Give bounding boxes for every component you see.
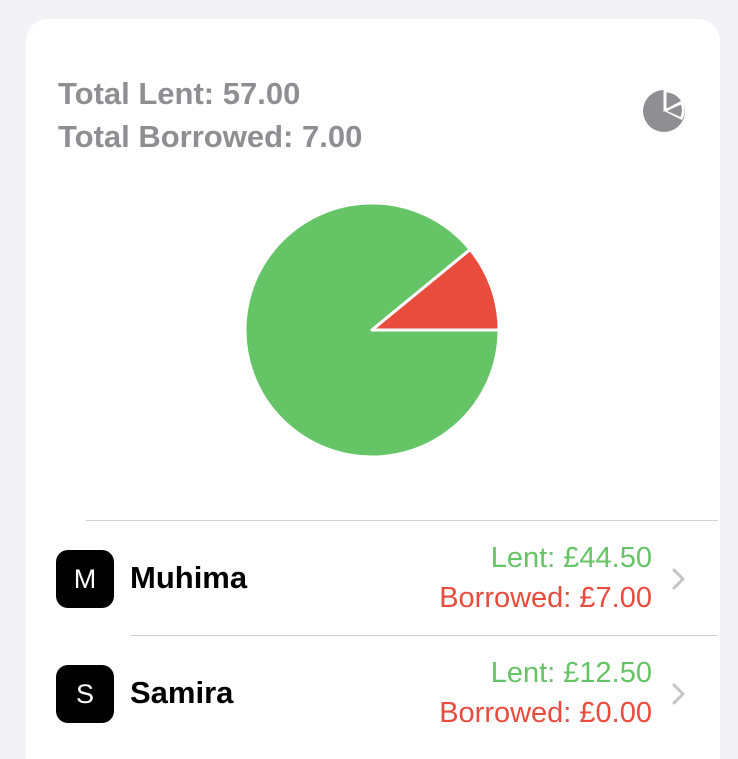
avatar: S [56,665,114,723]
person-name: Muhima [130,560,248,595]
lent-amount: Lent: £44.50 [490,542,652,574]
total-borrowed-label: Total Borrowed: 7.00 [58,119,363,154]
totals-summary: Total Lent: 57.00 Total Borrowed: 7.00 [58,72,362,158]
person-amounts: Lent: £12.50 Borrowed: £0.00 [439,653,652,733]
separator [130,635,718,636]
person-row-muhima[interactable]: M Muhima Lent: £44.50 Borrowed: £7.00 [26,522,720,636]
separator [86,520,718,521]
chevron-right-icon [672,568,685,590]
chevron-right-icon [672,683,685,705]
pie-chart-icon[interactable] [642,89,686,133]
lent-borrowed-pie-chart [243,201,501,459]
borrowed-amount: Borrowed: £7.00 [439,582,652,614]
person-name: Samira [130,675,234,710]
person-row-samira[interactable]: S Samira Lent: £12.50 Borrowed: £0.00 [26,637,720,751]
lent-amount: Lent: £12.50 [490,657,652,689]
borrowed-amount: Borrowed: £0.00 [439,697,652,729]
person-amounts: Lent: £44.50 Borrowed: £7.00 [439,538,652,618]
total-lent-label: Total Lent: 57.00 [58,76,301,111]
avatar: M [56,550,114,608]
